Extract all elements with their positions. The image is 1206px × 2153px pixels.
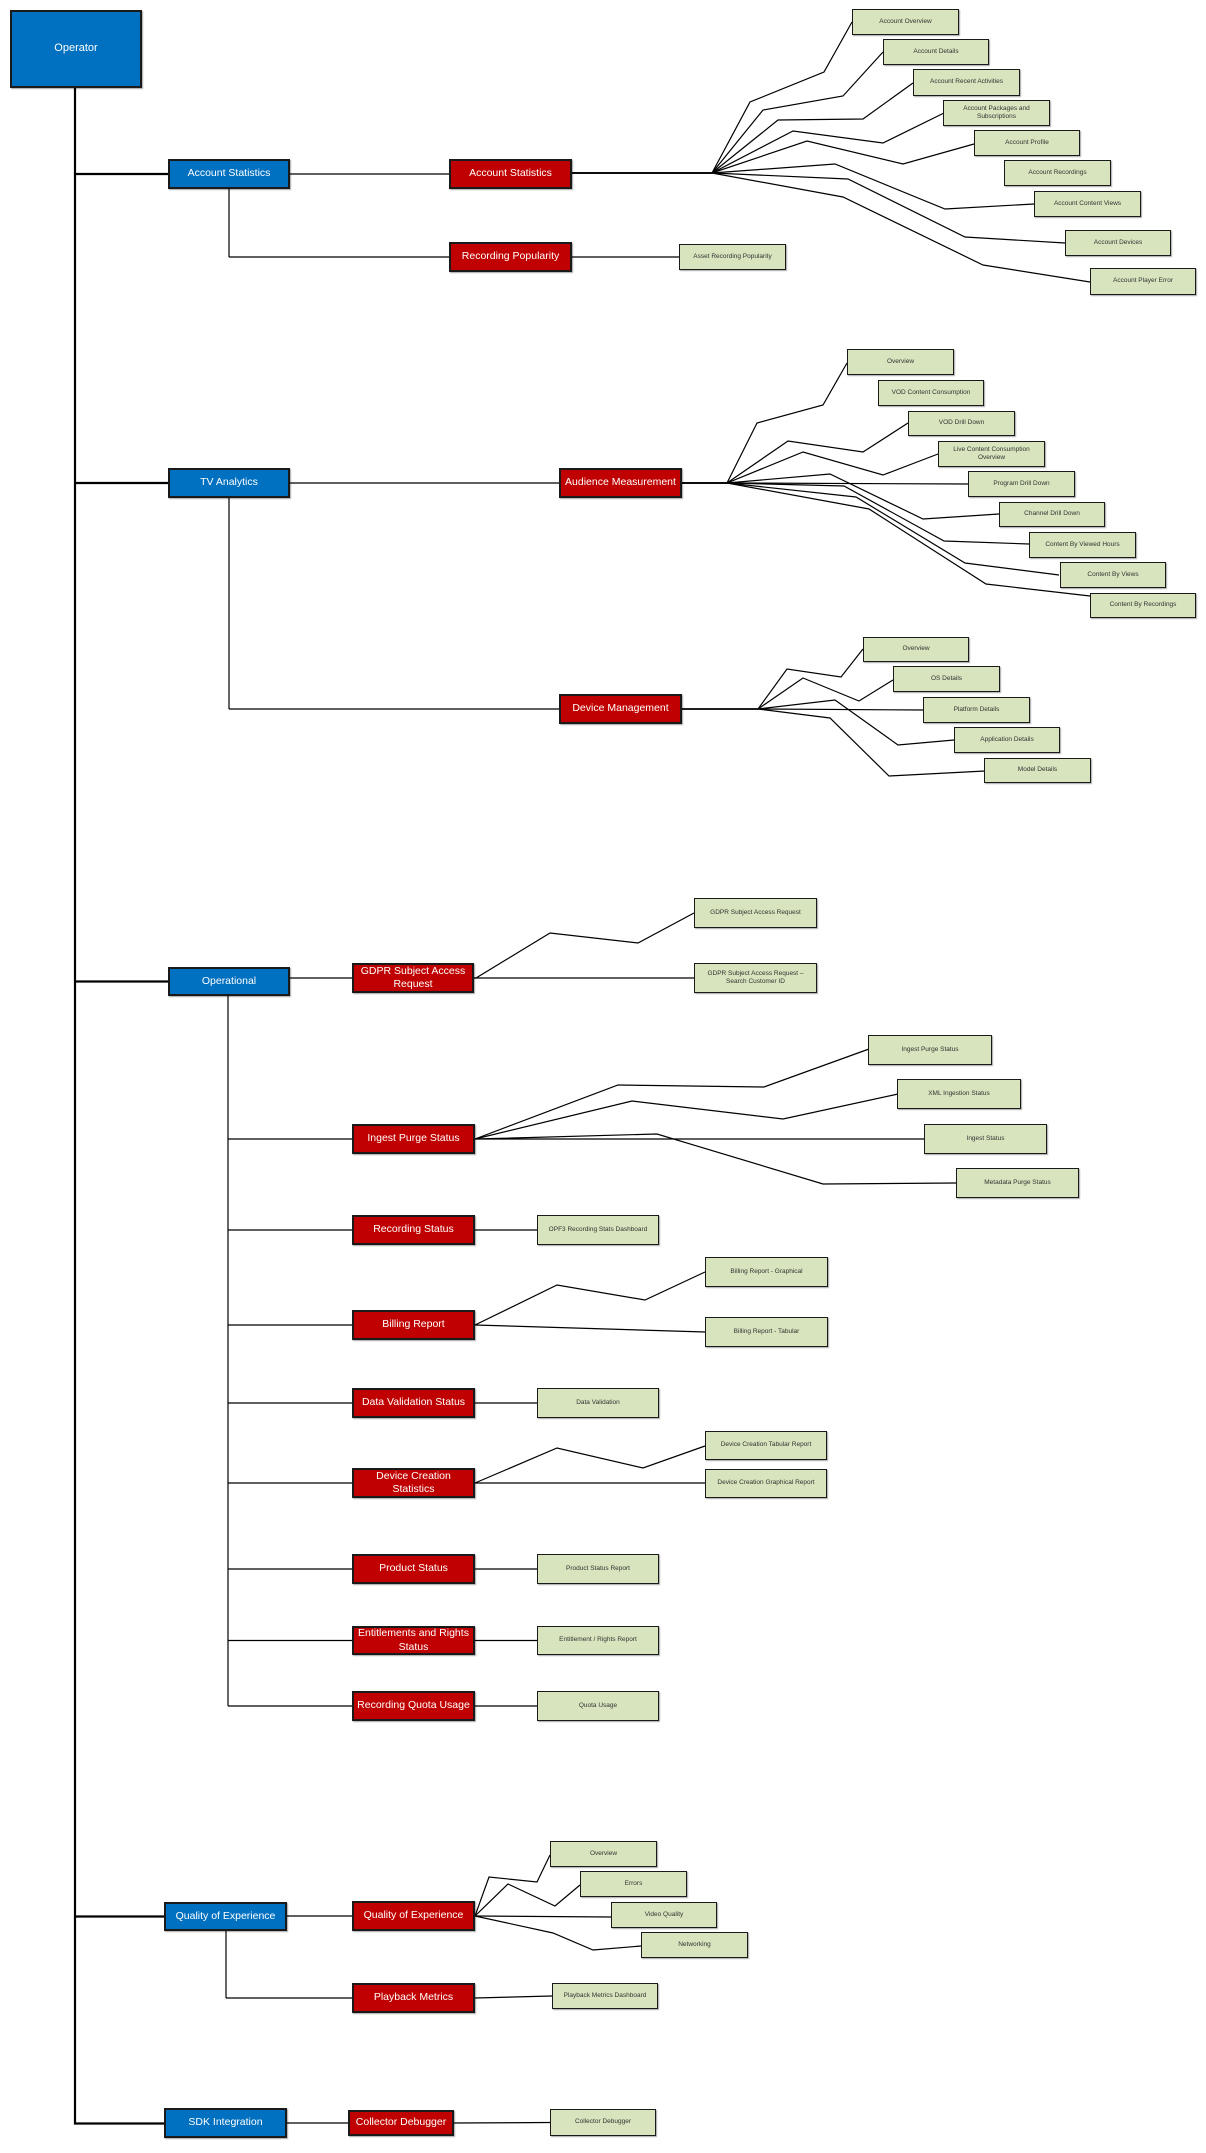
link-qoe2-leaf-2 bbox=[474, 1915, 612, 1918]
dashboard-account-profile[interactable]: Account Profile bbox=[974, 130, 1080, 156]
link-gdpr-leaf-0 bbox=[474, 912, 695, 979]
report-group-playback-metrics[interactable]: Playback Metrics bbox=[352, 1983, 475, 2013]
link-ingest-leaf-3 bbox=[474, 1133, 957, 1185]
report-group-product-status[interactable]: Product Status bbox=[352, 1554, 475, 1584]
dashboard-opf3-recording-stats-dashboard[interactable]: OPF3 Recording Stats Dashboard bbox=[537, 1215, 659, 1245]
dashboard-account-overview[interactable]: Account Overview bbox=[852, 9, 959, 35]
report-group-recording-popularity[interactable]: Recording Popularity bbox=[449, 242, 572, 272]
dashboard-application-details[interactable]: Application Details bbox=[954, 727, 1060, 753]
dashboard-vod-drill-down[interactable]: VOD Drill Down bbox=[908, 411, 1015, 436]
dashboard-billing-report-tabular[interactable]: Billing Report - Tabular bbox=[705, 1317, 828, 1347]
category-tv-analytics[interactable]: TV Analytics bbox=[168, 468, 290, 498]
link-playback-leaf-0 bbox=[474, 1995, 553, 1999]
link-billing-leaf-0 bbox=[474, 1271, 706, 1326]
dashboard-program-drill-down[interactable]: Program Drill Down bbox=[968, 471, 1075, 497]
category-account-statistics[interactable]: Account Statistics bbox=[168, 159, 290, 189]
dashboard-gdpr-subject-access-request-search-customer-id[interactable]: GDPR Subject Access Request – Search Cus… bbox=[694, 963, 817, 993]
report-group-entitlements-and-rights-status[interactable]: Entitlements and Rights Status bbox=[352, 1626, 475, 1655]
link-acct-stats-leaf-1 bbox=[572, 51, 884, 174]
dashboard-playback-metrics-dashboard[interactable]: Playback Metrics Dashboard bbox=[552, 1983, 658, 2009]
link-ingest-leaf-0 bbox=[474, 1048, 870, 1140]
dashboard-product-status-report[interactable]: Product Status Report bbox=[537, 1554, 659, 1584]
dashboard-content-by-viewed-hours[interactable]: Content By Viewed Hours bbox=[1029, 532, 1136, 558]
dashboard-device-creation-graphical-report[interactable]: Device Creation Graphical Report bbox=[705, 1469, 827, 1498]
link-qoe2-leaf-1 bbox=[474, 1883, 581, 1917]
dashboard-os-details[interactable]: OS Details bbox=[893, 666, 1000, 692]
root-node-operator[interactable]: Operator bbox=[10, 10, 142, 88]
dashboard-vod-content-consumption[interactable]: VOD Content Consumption bbox=[878, 380, 984, 406]
dashboard-quota-usage[interactable]: Quota Usage bbox=[537, 1691, 659, 1721]
dashboard-asset-recording-popularity[interactable]: Asset Recording Popularity bbox=[679, 244, 786, 270]
report-group-data-validation-status[interactable]: Data Validation Status bbox=[352, 1388, 475, 1418]
report-group-audience-measurement[interactable]: Audience Measurement bbox=[559, 468, 682, 498]
dashboard-gdpr-subject-access-request[interactable]: GDPR Subject Access Request bbox=[694, 898, 817, 928]
dashboard-metadata-purge-status[interactable]: Metadata Purge Status bbox=[956, 1168, 1079, 1198]
link-billing-leaf-1 bbox=[474, 1324, 706, 1333]
operator-dashboard-hierarchy: Operator Account Statistics Account Stati… bbox=[0, 0, 1206, 2148]
link-devcre-leaf-0 bbox=[474, 1445, 706, 1484]
link-acct-stats-leaf-8 bbox=[572, 172, 1091, 283]
report-group-ingest-purge-status[interactable]: Ingest Purge Status bbox=[352, 1124, 475, 1154]
link-devmgmt-leaf-1 bbox=[682, 677, 894, 710]
dashboard-networking[interactable]: Networking bbox=[641, 1932, 748, 1958]
dashboard-xml-ingestion-status[interactable]: XML Ingestion Status bbox=[897, 1079, 1021, 1109]
dashboard-content-by-recordings[interactable]: Content By Recordings bbox=[1090, 593, 1196, 618]
link-collector-leaf-0 bbox=[453, 2121, 551, 2124]
link-acct-stats-leaf-6 bbox=[572, 163, 1035, 210]
dashboard-data-validation[interactable]: Data Validation bbox=[537, 1388, 659, 1418]
dashboard-account-recordings[interactable]: Account Recordings bbox=[1004, 160, 1111, 186]
dashboard-collector-debugger[interactable]: Collector Debugger bbox=[550, 2109, 656, 2136]
report-group-recording-status[interactable]: Recording Status bbox=[352, 1215, 475, 1245]
dashboard-live-content-consumption-overview[interactable]: Live Content Consumption Overview bbox=[938, 441, 1045, 467]
link-aud-leaf-2 bbox=[682, 422, 909, 484]
report-group-device-management[interactable]: Device Management bbox=[559, 694, 682, 724]
report-group-gdpr-subject-access-request[interactable]: GDPR Subject Access Request bbox=[352, 963, 474, 993]
category-quality-of-experience[interactable]: Quality of Experience bbox=[164, 1902, 287, 1931]
dashboard-platform-details[interactable]: Platform Details bbox=[923, 697, 1030, 723]
link-aud-leaf-3 bbox=[682, 451, 939, 484]
dashboard-account-details[interactable]: Account Details bbox=[883, 39, 989, 65]
dashboard-channel-drill-down[interactable]: Channel Drill Down bbox=[999, 502, 1105, 527]
dashboard-overview[interactable]: Overview bbox=[863, 637, 969, 662]
report-group-account-statistics[interactable]: Account Statistics bbox=[449, 159, 572, 189]
link-aud-leaf-0 bbox=[682, 362, 848, 484]
report-group-device-creation-statistics[interactable]: Device Creation Statistics bbox=[352, 1468, 475, 1498]
link-acct-stats-leaf-3 bbox=[572, 112, 945, 174]
link-devmgmt-leaf-3 bbox=[682, 699, 955, 746]
dashboard-overview[interactable]: Overview bbox=[847, 349, 954, 375]
dashboard-ingest-status[interactable]: Ingest Status bbox=[924, 1124, 1047, 1154]
trunk-line bbox=[73, 88, 164, 2125]
dashboard-video-quality[interactable]: Video Quality bbox=[611, 1902, 717, 1928]
category-operational[interactable]: Operational bbox=[168, 967, 290, 996]
dashboard-entitlement-rights-report[interactable]: Entitlement / Rights Report bbox=[537, 1626, 659, 1655]
link-acct-stats-leaf-7 bbox=[572, 172, 1066, 244]
dashboard-content-by-views[interactable]: Content By Views bbox=[1060, 562, 1166, 588]
dashboard-account-recent-activities[interactable]: Account Recent Activities bbox=[913, 69, 1020, 96]
dashboard-device-creation-tabular-report[interactable]: Device Creation Tabular Report bbox=[705, 1431, 827, 1460]
dashboard-overview[interactable]: Overview bbox=[550, 1841, 657, 1867]
dashboard-account-content-views[interactable]: Account Content Views bbox=[1034, 191, 1141, 217]
link-ingest-leaf-1 bbox=[474, 1093, 899, 1140]
dashboard-errors[interactable]: Errors bbox=[580, 1871, 687, 1897]
report-group-collector-debugger[interactable]: Collector Debugger bbox=[348, 2110, 454, 2136]
dashboard-account-packages-and-subscriptions[interactable]: Account Packages and Subscriptions bbox=[943, 100, 1050, 126]
category-sdk-integration[interactable]: SDK Integration bbox=[164, 2108, 287, 2138]
link-acct-stats-leaf-2 bbox=[572, 82, 914, 174]
dashboard-ingest-purge-status[interactable]: Ingest Purge Status bbox=[868, 1035, 992, 1065]
report-group-billing-report[interactable]: Billing Report bbox=[352, 1310, 475, 1340]
dashboard-account-player-error[interactable]: Account Player Error bbox=[1090, 268, 1196, 295]
dashboard-model-details[interactable]: Model Details bbox=[984, 758, 1091, 783]
dashboard-account-devices[interactable]: Account Devices bbox=[1065, 230, 1171, 256]
connector-lines bbox=[73, 21, 1091, 2125]
report-group-quality-of-experience[interactable]: Quality of Experience bbox=[352, 1901, 475, 1931]
link-acct-stats-leaf-0 bbox=[572, 21, 853, 174]
report-group-recording-quota-usage[interactable]: Recording Quota Usage bbox=[352, 1691, 475, 1721]
dashboard-billing-report-graphical[interactable]: Billing Report - Graphical bbox=[705, 1257, 828, 1287]
